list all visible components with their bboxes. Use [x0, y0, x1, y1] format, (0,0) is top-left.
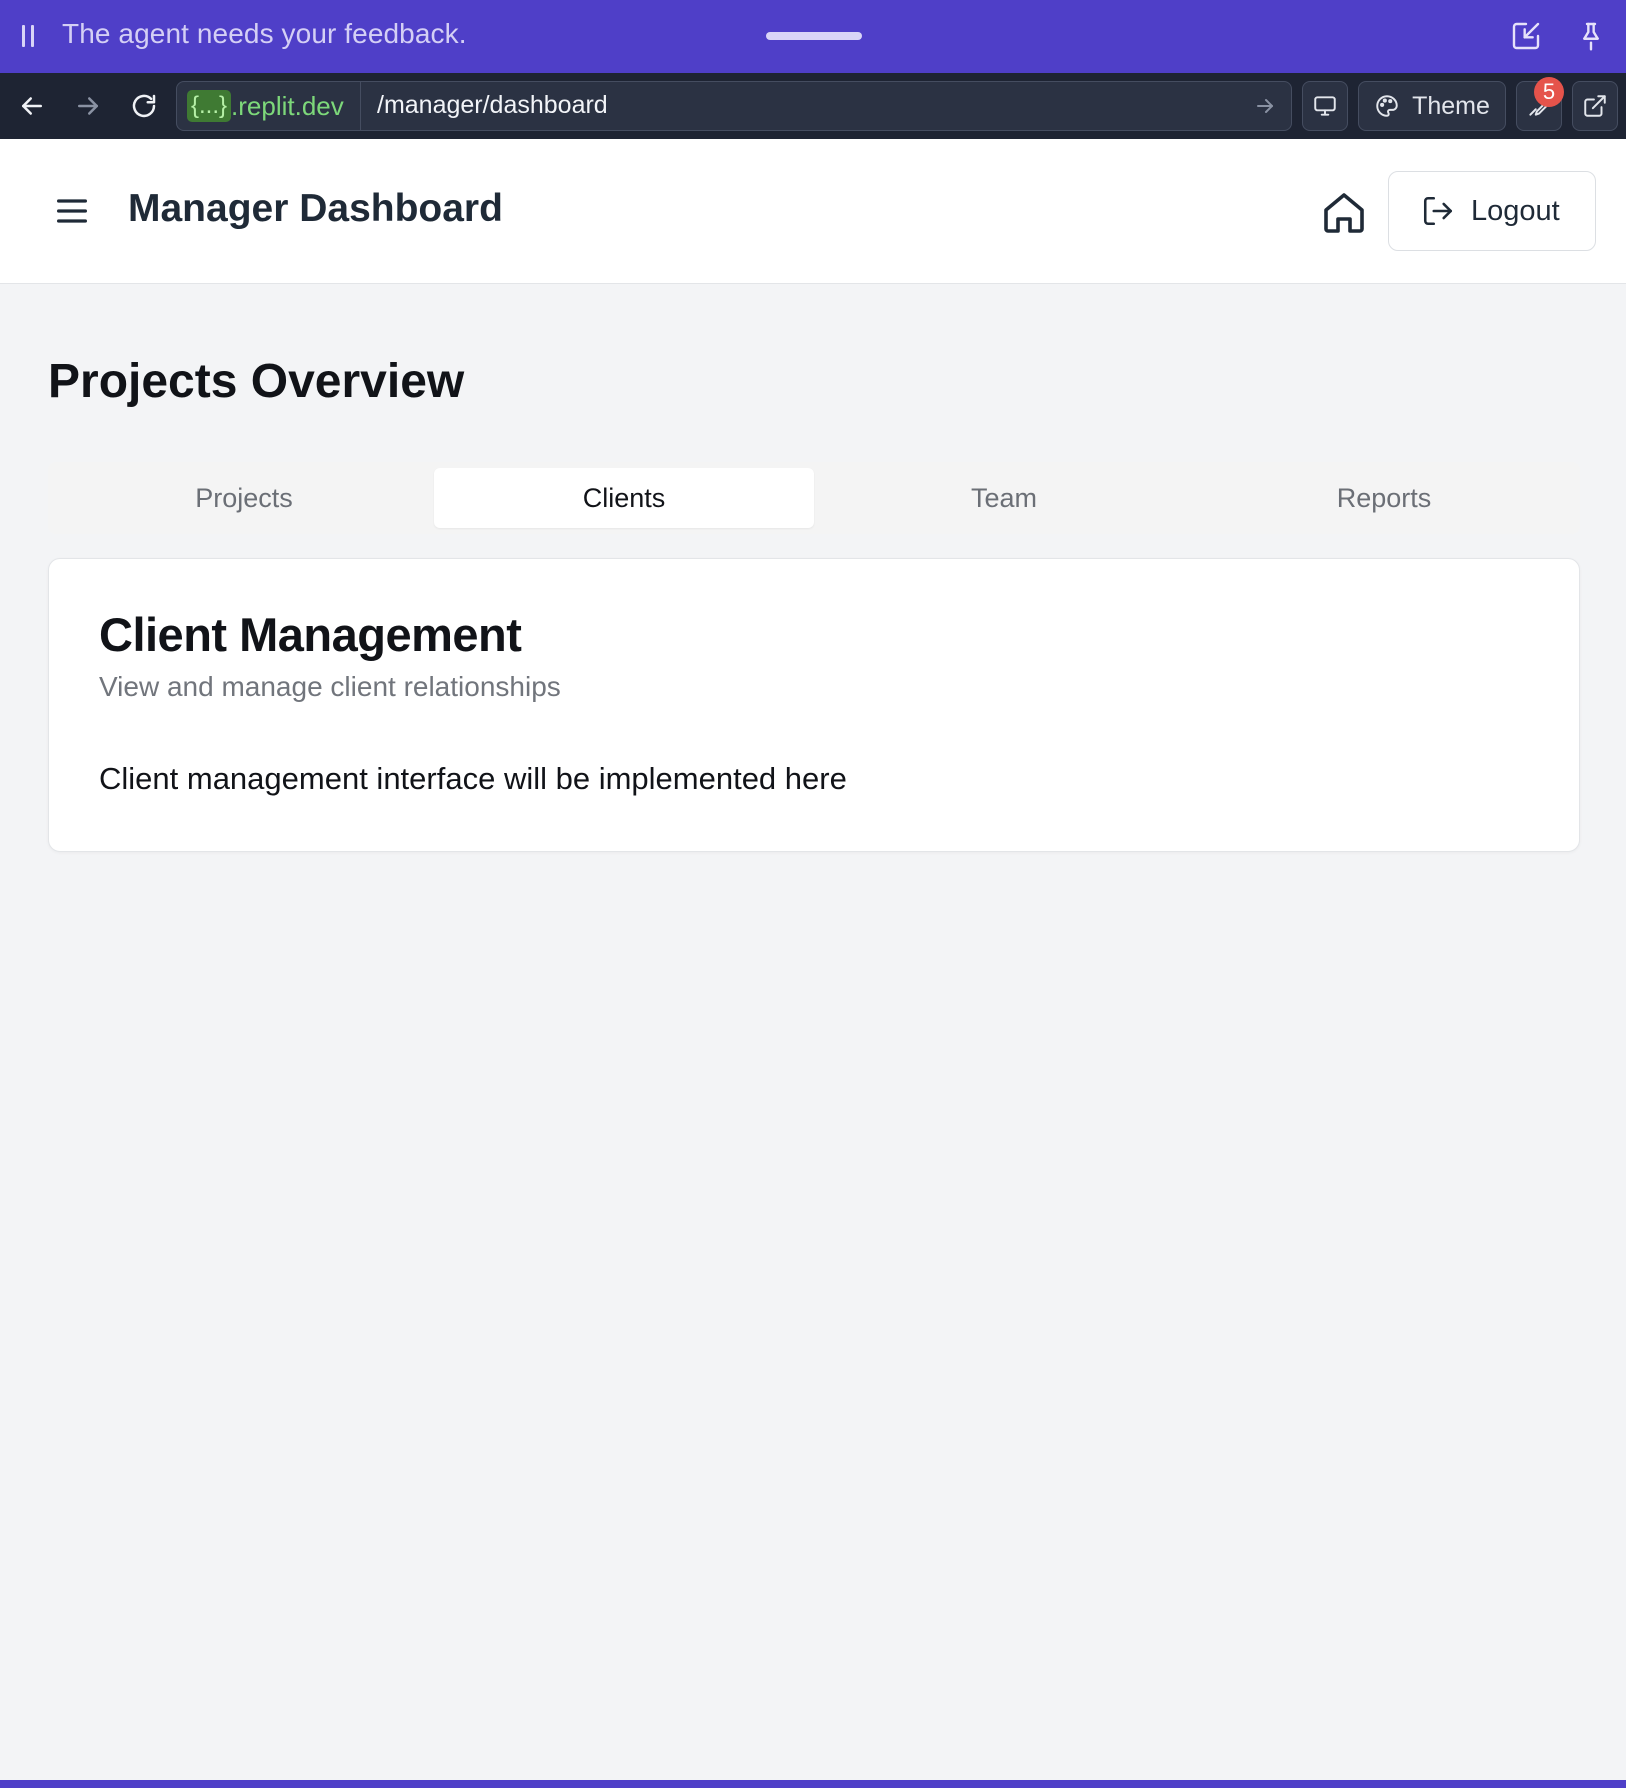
go-arrow-icon[interactable] [1253, 94, 1277, 118]
tab-reports[interactable]: Reports [1194, 468, 1574, 528]
logout-label: Logout [1471, 194, 1560, 227]
tab-clients[interactable]: Clients [434, 468, 814, 528]
back-arrow-icon[interactable] [12, 86, 52, 126]
home-icon[interactable] [1320, 189, 1368, 237]
url-host-domain: .replit.dev [231, 90, 344, 121]
collapse-window-icon[interactable] [1510, 20, 1542, 52]
app-frame: The agent needs your feedback. {...} .re… [0, 0, 1626, 1788]
url-path[interactable]: /manager/dashboard [377, 91, 608, 120]
banner-message: The agent needs your feedback. [62, 18, 467, 49]
palette-icon [1376, 95, 1398, 117]
browser-toolbar: {...} .replit.dev /manager/dashboard Them… [0, 73, 1626, 139]
open-external-button[interactable] [1572, 81, 1618, 131]
theme-button[interactable]: Theme [1358, 81, 1506, 131]
reload-icon[interactable] [124, 86, 164, 126]
logout-button[interactable]: Logout [1388, 171, 1596, 251]
app-title: Manager Dashboard [128, 187, 503, 230]
agent-feedback-banner: The agent needs your feedback. [0, 0, 1626, 73]
card-body-text: Client management interface will be impl… [99, 761, 847, 796]
page-title: Projects Overview [48, 355, 465, 408]
banner-drag-handle[interactable] [766, 32, 862, 40]
address-bar[interactable]: {...} .replit.dev /manager/dashboard [176, 81, 1292, 131]
drag-grip-icon[interactable] [22, 25, 38, 47]
forward-arrow-icon[interactable] [68, 86, 108, 126]
devtools-notification-badge: 5 [1534, 77, 1564, 107]
tab-list: Projects Clients Team Reports [48, 462, 1580, 534]
url-host-braces: {...} [187, 90, 232, 122]
external-link-icon [1584, 95, 1606, 117]
url-host: {...} .replit.dev [177, 82, 361, 130]
card-subtitle: View and manage client relationships [99, 671, 561, 702]
logout-icon [1423, 196, 1453, 226]
app-header: Manager Dashboard Logout [0, 139, 1626, 284]
device-preview-button[interactable] [1302, 81, 1348, 131]
tab-team[interactable]: Team [814, 468, 1194, 528]
client-management-card: Client Management View and manage client… [48, 558, 1580, 852]
hamburger-menu-icon[interactable] [52, 191, 92, 231]
device-preview-icon [1314, 96, 1336, 116]
pin-icon[interactable] [1575, 20, 1607, 52]
card-title: Client Management [99, 608, 522, 661]
bottom-border [0, 1780, 1626, 1788]
theme-label: Theme [1412, 91, 1490, 120]
tab-projects[interactable]: Projects [54, 468, 434, 528]
